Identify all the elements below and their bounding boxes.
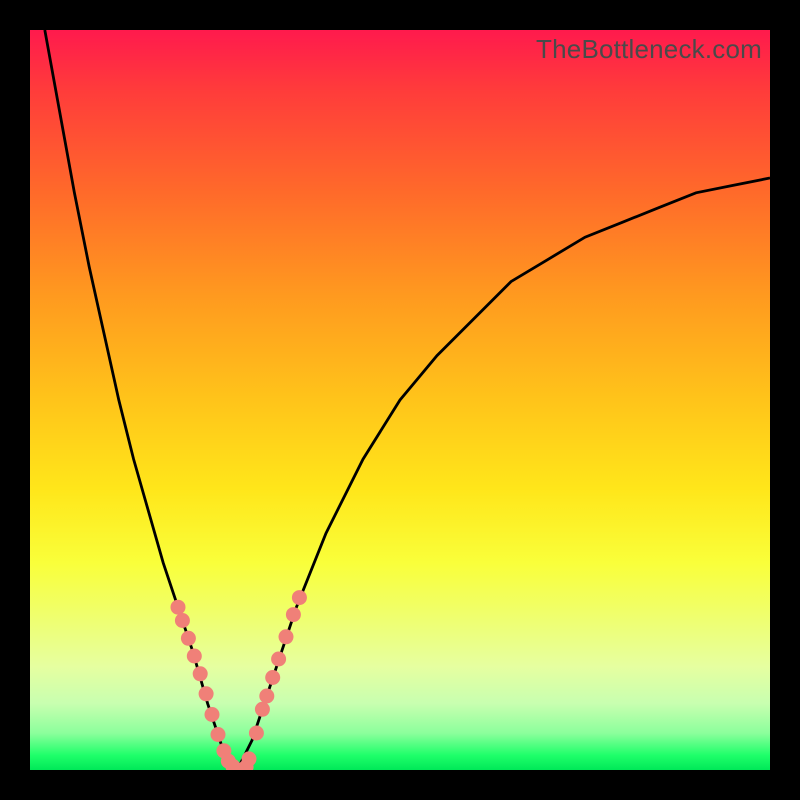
markers-group bbox=[171, 590, 307, 770]
data-point bbox=[271, 652, 286, 667]
data-point bbox=[211, 727, 226, 742]
data-point bbox=[279, 629, 294, 644]
curves-group bbox=[45, 30, 770, 770]
chart-frame: TheBottleneck.com bbox=[30, 30, 770, 770]
curve-left-branch bbox=[45, 30, 237, 770]
curve-right-branch bbox=[237, 178, 770, 770]
data-point bbox=[187, 649, 202, 664]
data-point bbox=[255, 702, 270, 717]
watermark-text: TheBottleneck.com bbox=[536, 34, 762, 65]
data-point bbox=[205, 707, 220, 722]
data-point bbox=[249, 726, 264, 741]
data-point bbox=[265, 670, 280, 685]
chart-svg bbox=[30, 30, 770, 770]
data-point bbox=[292, 590, 307, 605]
data-point bbox=[259, 689, 274, 704]
data-point bbox=[193, 666, 208, 681]
data-point bbox=[286, 607, 301, 622]
data-point bbox=[242, 751, 257, 766]
data-point bbox=[175, 613, 190, 628]
data-point bbox=[181, 631, 196, 646]
data-point bbox=[199, 686, 214, 701]
data-point bbox=[171, 600, 186, 615]
